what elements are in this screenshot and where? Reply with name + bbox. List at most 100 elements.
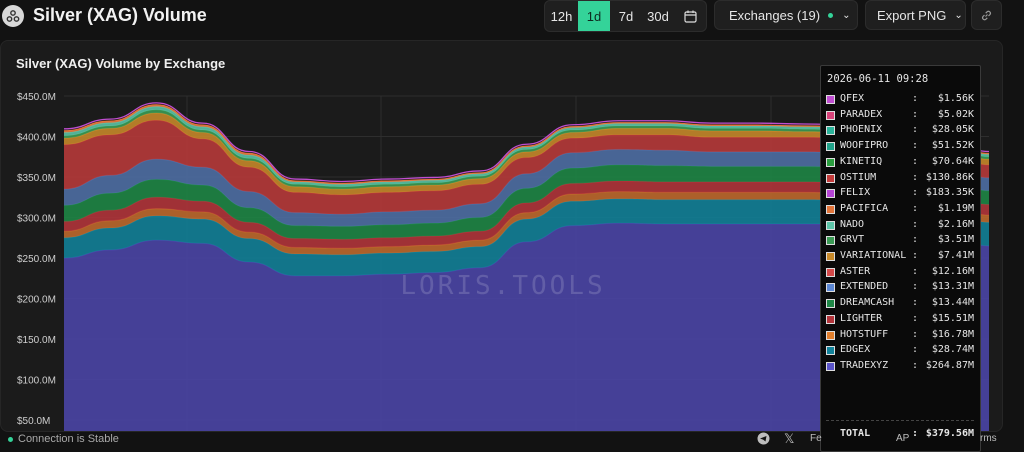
- tooltip-separator: :: [912, 155, 919, 167]
- app-logo-icon[interactable]: [2, 5, 24, 27]
- tooltip-separator: :: [912, 108, 919, 120]
- timeframe-1d-button[interactable]: 1d: [578, 1, 610, 31]
- tooltip-exchange-value: $28.74M: [931, 344, 974, 356]
- y-tick-label: $250.0M: [17, 254, 56, 265]
- tooltip-row: WOOFIPRO: $51.52K: [826, 140, 974, 154]
- tooltip-exchange-name: KINETIQ: [840, 155, 883, 167]
- tooltip-exchange-name: WOOFIPRO: [840, 140, 889, 152]
- tooltip-exchange-value: $28.05K: [931, 124, 974, 136]
- link-icon: [982, 10, 991, 20]
- timeframe-30d-button[interactable]: 30d: [642, 1, 674, 31]
- tooltip-exchange-value: $5.02K: [937, 108, 974, 120]
- tooltip-separator: :: [912, 218, 919, 230]
- tooltip-exchange-value: $15.51M: [931, 312, 974, 324]
- tooltip-exchange-name: EDGEX: [840, 344, 871, 356]
- y-tick-label: $450.0M: [17, 92, 56, 103]
- tooltip-divider: [826, 420, 974, 421]
- y-tick-label: $50.0M: [17, 416, 50, 427]
- legend-swatch: [826, 220, 835, 230]
- status-bar: Connection is Stable 𝕏 Fe AP rms: [0, 430, 1024, 450]
- tooltip-exchange-name: HOTSTUFF: [840, 328, 889, 340]
- legend-swatch: [826, 267, 835, 277]
- tooltip-separator: :: [912, 359, 919, 371]
- tooltip-exchange-name: PACIFICA: [840, 202, 889, 214]
- chevron-down-icon: ⌄: [954, 9, 963, 21]
- legend-swatch: [826, 95, 835, 104]
- timeframe-selector: 12h 1d 7d 30d: [544, 0, 707, 32]
- tooltip-exchange-value: $13.44M: [931, 297, 974, 309]
- feedback-link[interactable]: Fe: [810, 433, 822, 444]
- tooltip-exchange-value: $130.86K: [925, 171, 974, 183]
- tooltip-row: EDGEX: $28.74M: [826, 344, 974, 358]
- timeframe-12h-button[interactable]: 12h: [545, 1, 578, 31]
- legend-swatch: [826, 173, 835, 183]
- tooltip-exchange-name: NADO: [840, 218, 865, 230]
- legend-swatch: [826, 314, 835, 324]
- tooltip-row: KINETIQ: $70.64K: [826, 156, 974, 170]
- tooltip-row: EXTENDED: $13.31M: [826, 281, 974, 295]
- y-tick-label: $300.0M: [17, 214, 56, 225]
- y-tick-label: $350.0M: [17, 173, 56, 184]
- legend-swatch: [826, 361, 835, 371]
- x-twitter-icon[interactable]: 𝕏: [784, 431, 794, 447]
- export-png-button[interactable]: Export PNG ⌄: [865, 0, 966, 30]
- tooltip-date: 2026-06-11 09:28: [827, 73, 929, 85]
- calendar-icon: [683, 10, 697, 23]
- exchanges-label: Exchanges (19): [729, 7, 821, 23]
- terms-link[interactable]: rms: [980, 433, 997, 444]
- connection-status: Connection is Stable: [18, 433, 119, 445]
- tooltip-exchange-name: EXTENDED: [840, 281, 889, 293]
- legend-swatch: [826, 189, 835, 199]
- share-link-button[interactable]: [971, 0, 1002, 30]
- y-tick-label: $200.0M: [17, 295, 56, 306]
- tooltip-exchange-value: $1.56K: [937, 93, 974, 104]
- tooltip-row: FELIX: $183.35K: [826, 187, 974, 201]
- tooltip-row: LIGHTER: $15.51M: [826, 313, 974, 327]
- tooltip-row: TRADEXYZ: $264.87M: [826, 360, 974, 374]
- tooltip-row: PARADEX: $5.02K: [826, 109, 974, 123]
- tooltip-row: QFEX: $1.56K: [826, 93, 974, 107]
- tooltip-separator: :: [912, 234, 919, 246]
- legend-swatch: [826, 157, 835, 167]
- legend-swatch: [826, 204, 835, 214]
- tooltip-row: GRVT: $3.51M: [826, 234, 974, 248]
- tooltip-exchange-value: $264.87M: [925, 359, 974, 371]
- tooltip-exchange-name: FELIX: [840, 187, 871, 199]
- calendar-button[interactable]: [674, 1, 706, 31]
- telegram-icon[interactable]: [757, 432, 770, 448]
- legend-swatch: [826, 142, 835, 152]
- exchanges-dropdown[interactable]: Exchanges (19) ⌄: [714, 0, 858, 30]
- status-dot-icon: [828, 12, 834, 18]
- tooltip-separator: :: [912, 312, 919, 324]
- tooltip-separator: :: [912, 187, 919, 199]
- tooltip-exchange-value: $12.16M: [931, 265, 974, 277]
- tooltip-exchange-value: $7.41M: [937, 250, 974, 261]
- legend-swatch: [826, 236, 835, 246]
- tooltip-separator: :: [912, 93, 919, 104]
- tooltip-separator: :: [912, 344, 919, 356]
- api-link[interactable]: AP: [896, 433, 909, 444]
- tooltip-row: PACIFICA: $1.19M: [826, 203, 974, 217]
- legend-swatch: [826, 346, 835, 356]
- tooltip-exchange-name: TRADEXYZ: [840, 359, 889, 371]
- tooltip-exchange-name: DREAMCASH: [840, 297, 895, 309]
- tooltip-separator: :: [912, 265, 919, 277]
- tooltip-row: OSTIUM: $130.86K: [826, 172, 974, 186]
- top-bar: Silver (XAG) Volume 12h 1d 7d 30d Exchan…: [0, 0, 1024, 34]
- tooltip-exchange-value: $1.19M: [937, 202, 974, 214]
- tooltip-exchange-name: QFEX: [840, 93, 865, 104]
- tooltip-separator: :: [912, 328, 919, 340]
- timeframe-7d-button[interactable]: 7d: [610, 1, 642, 31]
- tooltip-exchange-value: $70.64K: [931, 155, 974, 167]
- legend-swatch: [826, 126, 835, 136]
- tooltip-exchange-name: PHOENIX: [840, 124, 883, 136]
- legend-swatch: [826, 252, 835, 261]
- tooltip-exchange-value: $16.78M: [931, 328, 974, 340]
- tooltip-separator: :: [912, 124, 919, 136]
- tooltip-exchange-name: GRVT: [840, 234, 865, 246]
- y-tick-label: $150.0M: [17, 335, 56, 346]
- tooltip-row: VARIATIONAL: $7.41M: [826, 250, 974, 264]
- watermark: LORIS.TOOLS: [400, 271, 605, 301]
- tooltip-row: PHOENIX: $28.05K: [826, 124, 974, 138]
- legend-swatch: [826, 299, 835, 309]
